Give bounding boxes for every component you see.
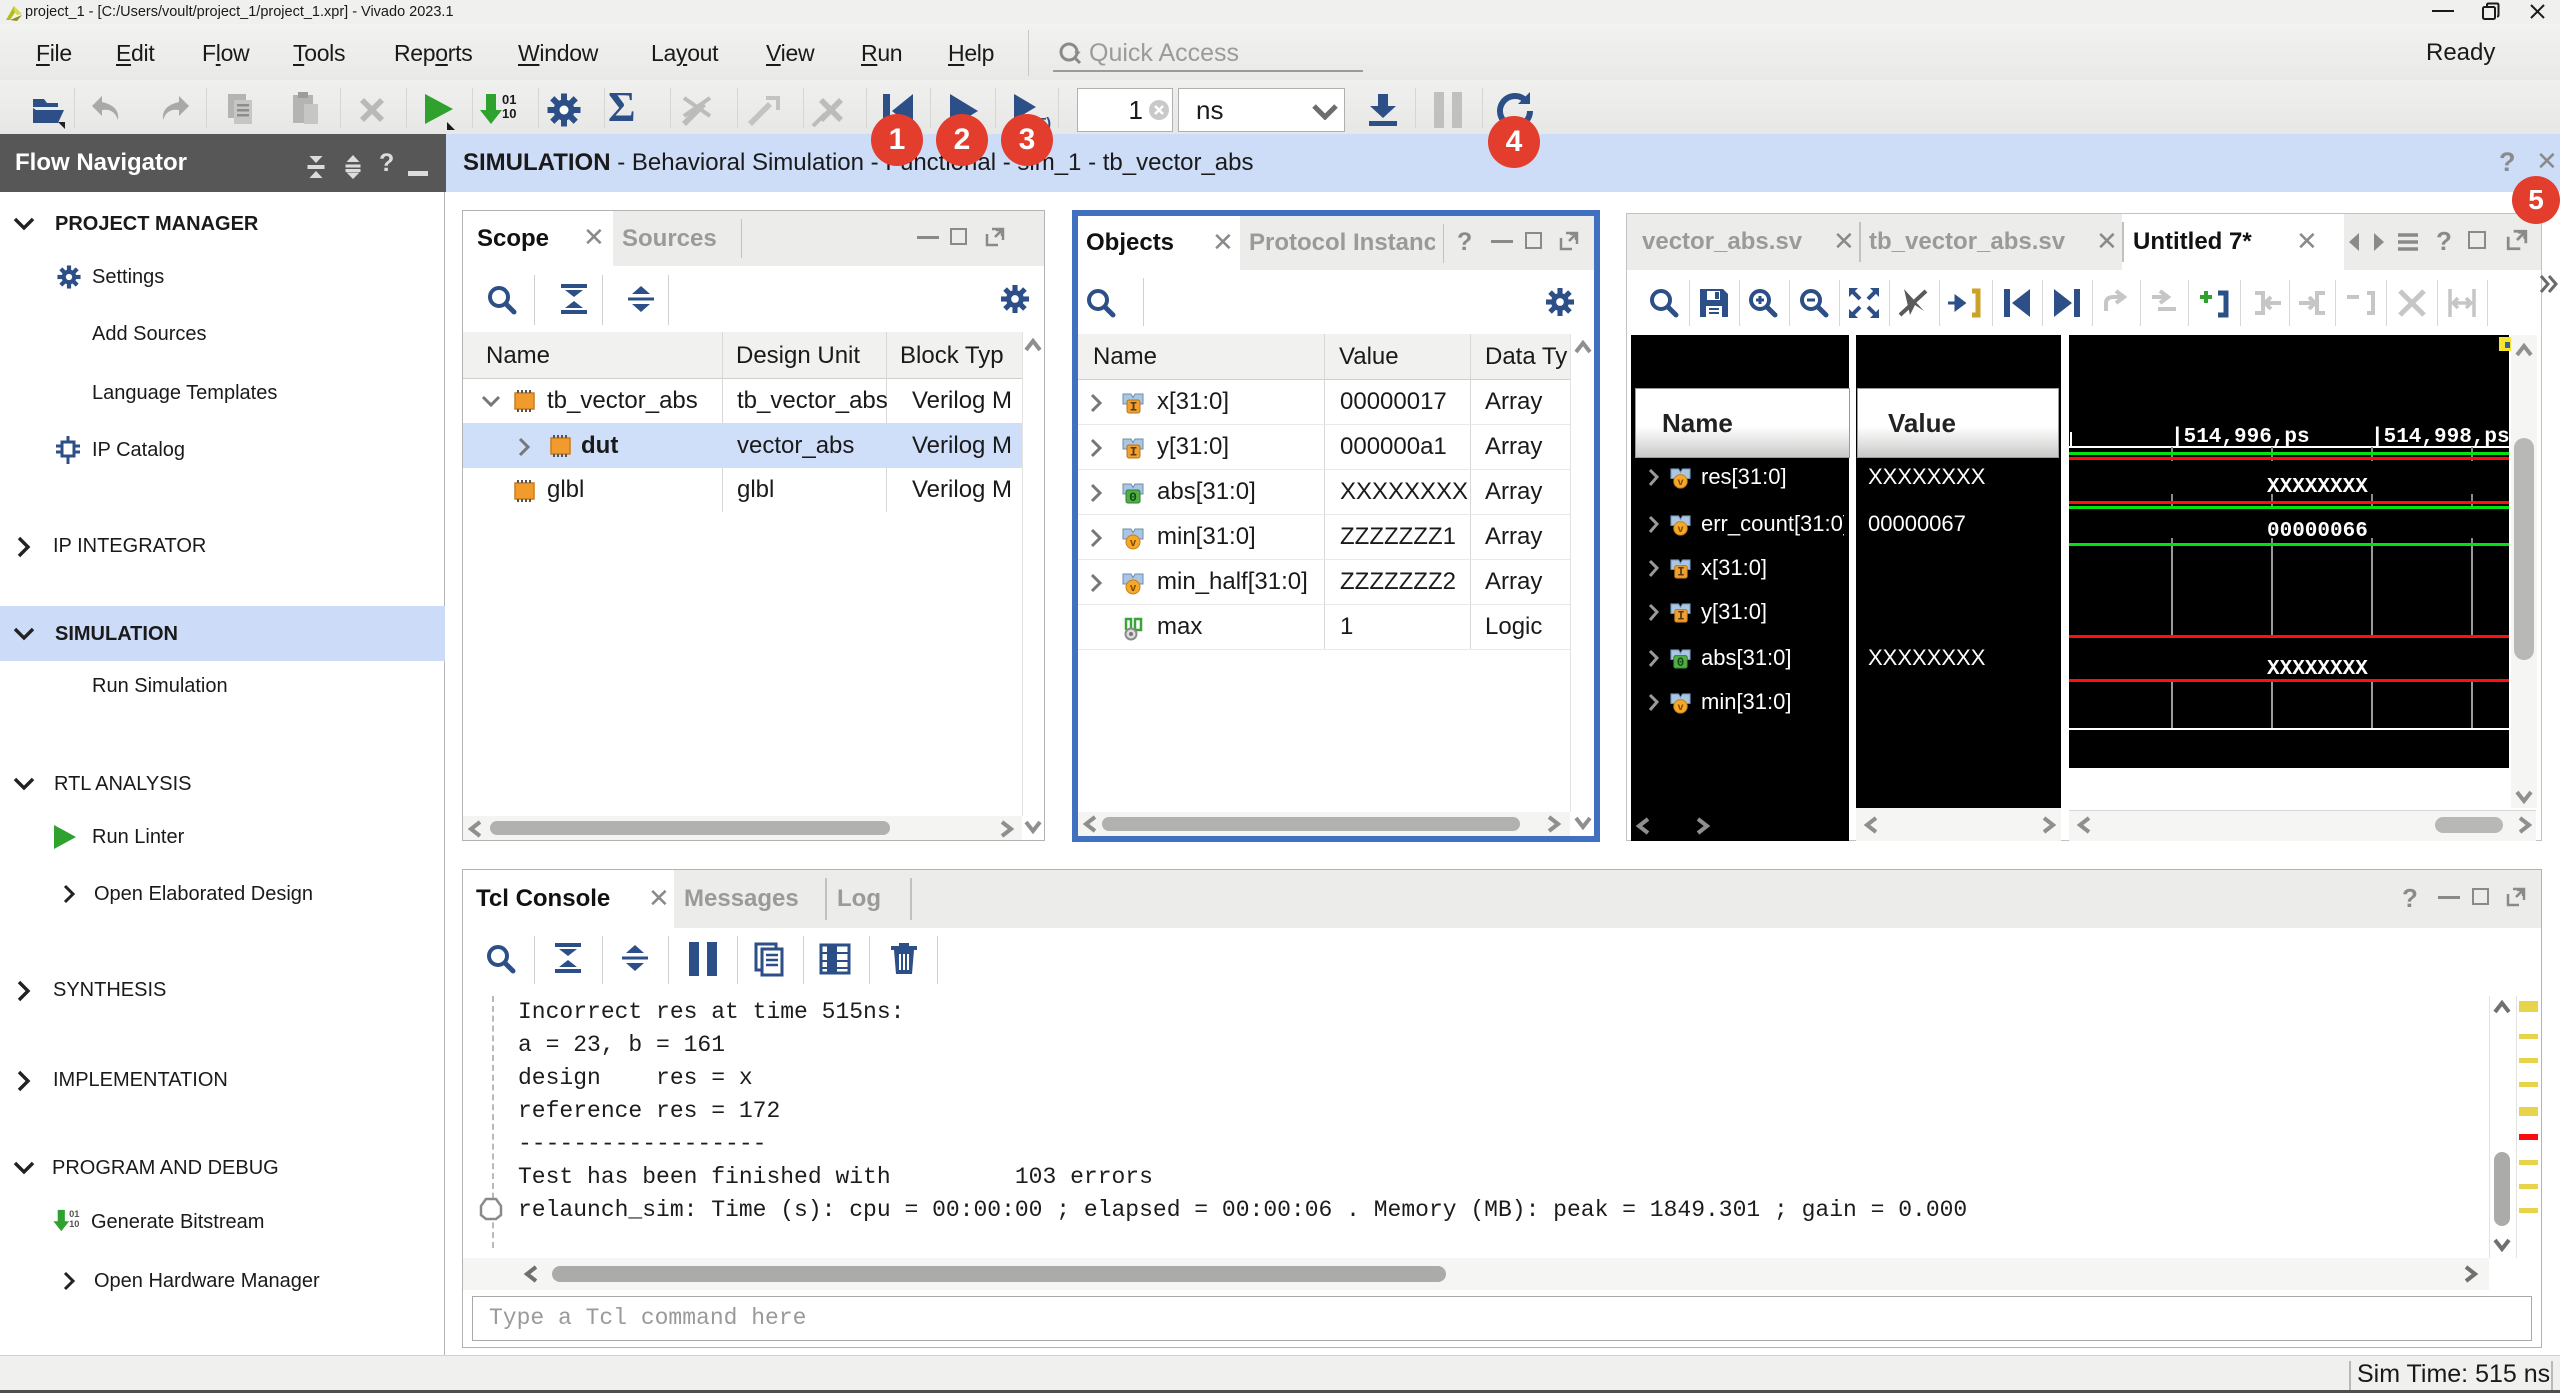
- svg-text:v: v: [1678, 701, 1684, 713]
- svg-text:I: I: [1677, 566, 1685, 580]
- svg-text:v: v: [1678, 523, 1684, 535]
- svg-text:I: I: [1677, 610, 1685, 624]
- svg-text:01: 01: [69, 1209, 79, 1219]
- svg-text:01: 01: [502, 92, 516, 107]
- svg-text:10: 10: [69, 1219, 79, 1229]
- svg-text:10: 10: [502, 106, 516, 121]
- svg-text:v: v: [1678, 476, 1684, 488]
- svg-text:0: 0: [1677, 656, 1685, 670]
- svg-text:I: I: [1130, 445, 1138, 460]
- svg-text:v: v: [1130, 582, 1137, 594]
- svg-text:I: I: [1130, 400, 1138, 415]
- svg-text:v: v: [1130, 537, 1137, 549]
- svg-text:0: 0: [1129, 490, 1137, 505]
